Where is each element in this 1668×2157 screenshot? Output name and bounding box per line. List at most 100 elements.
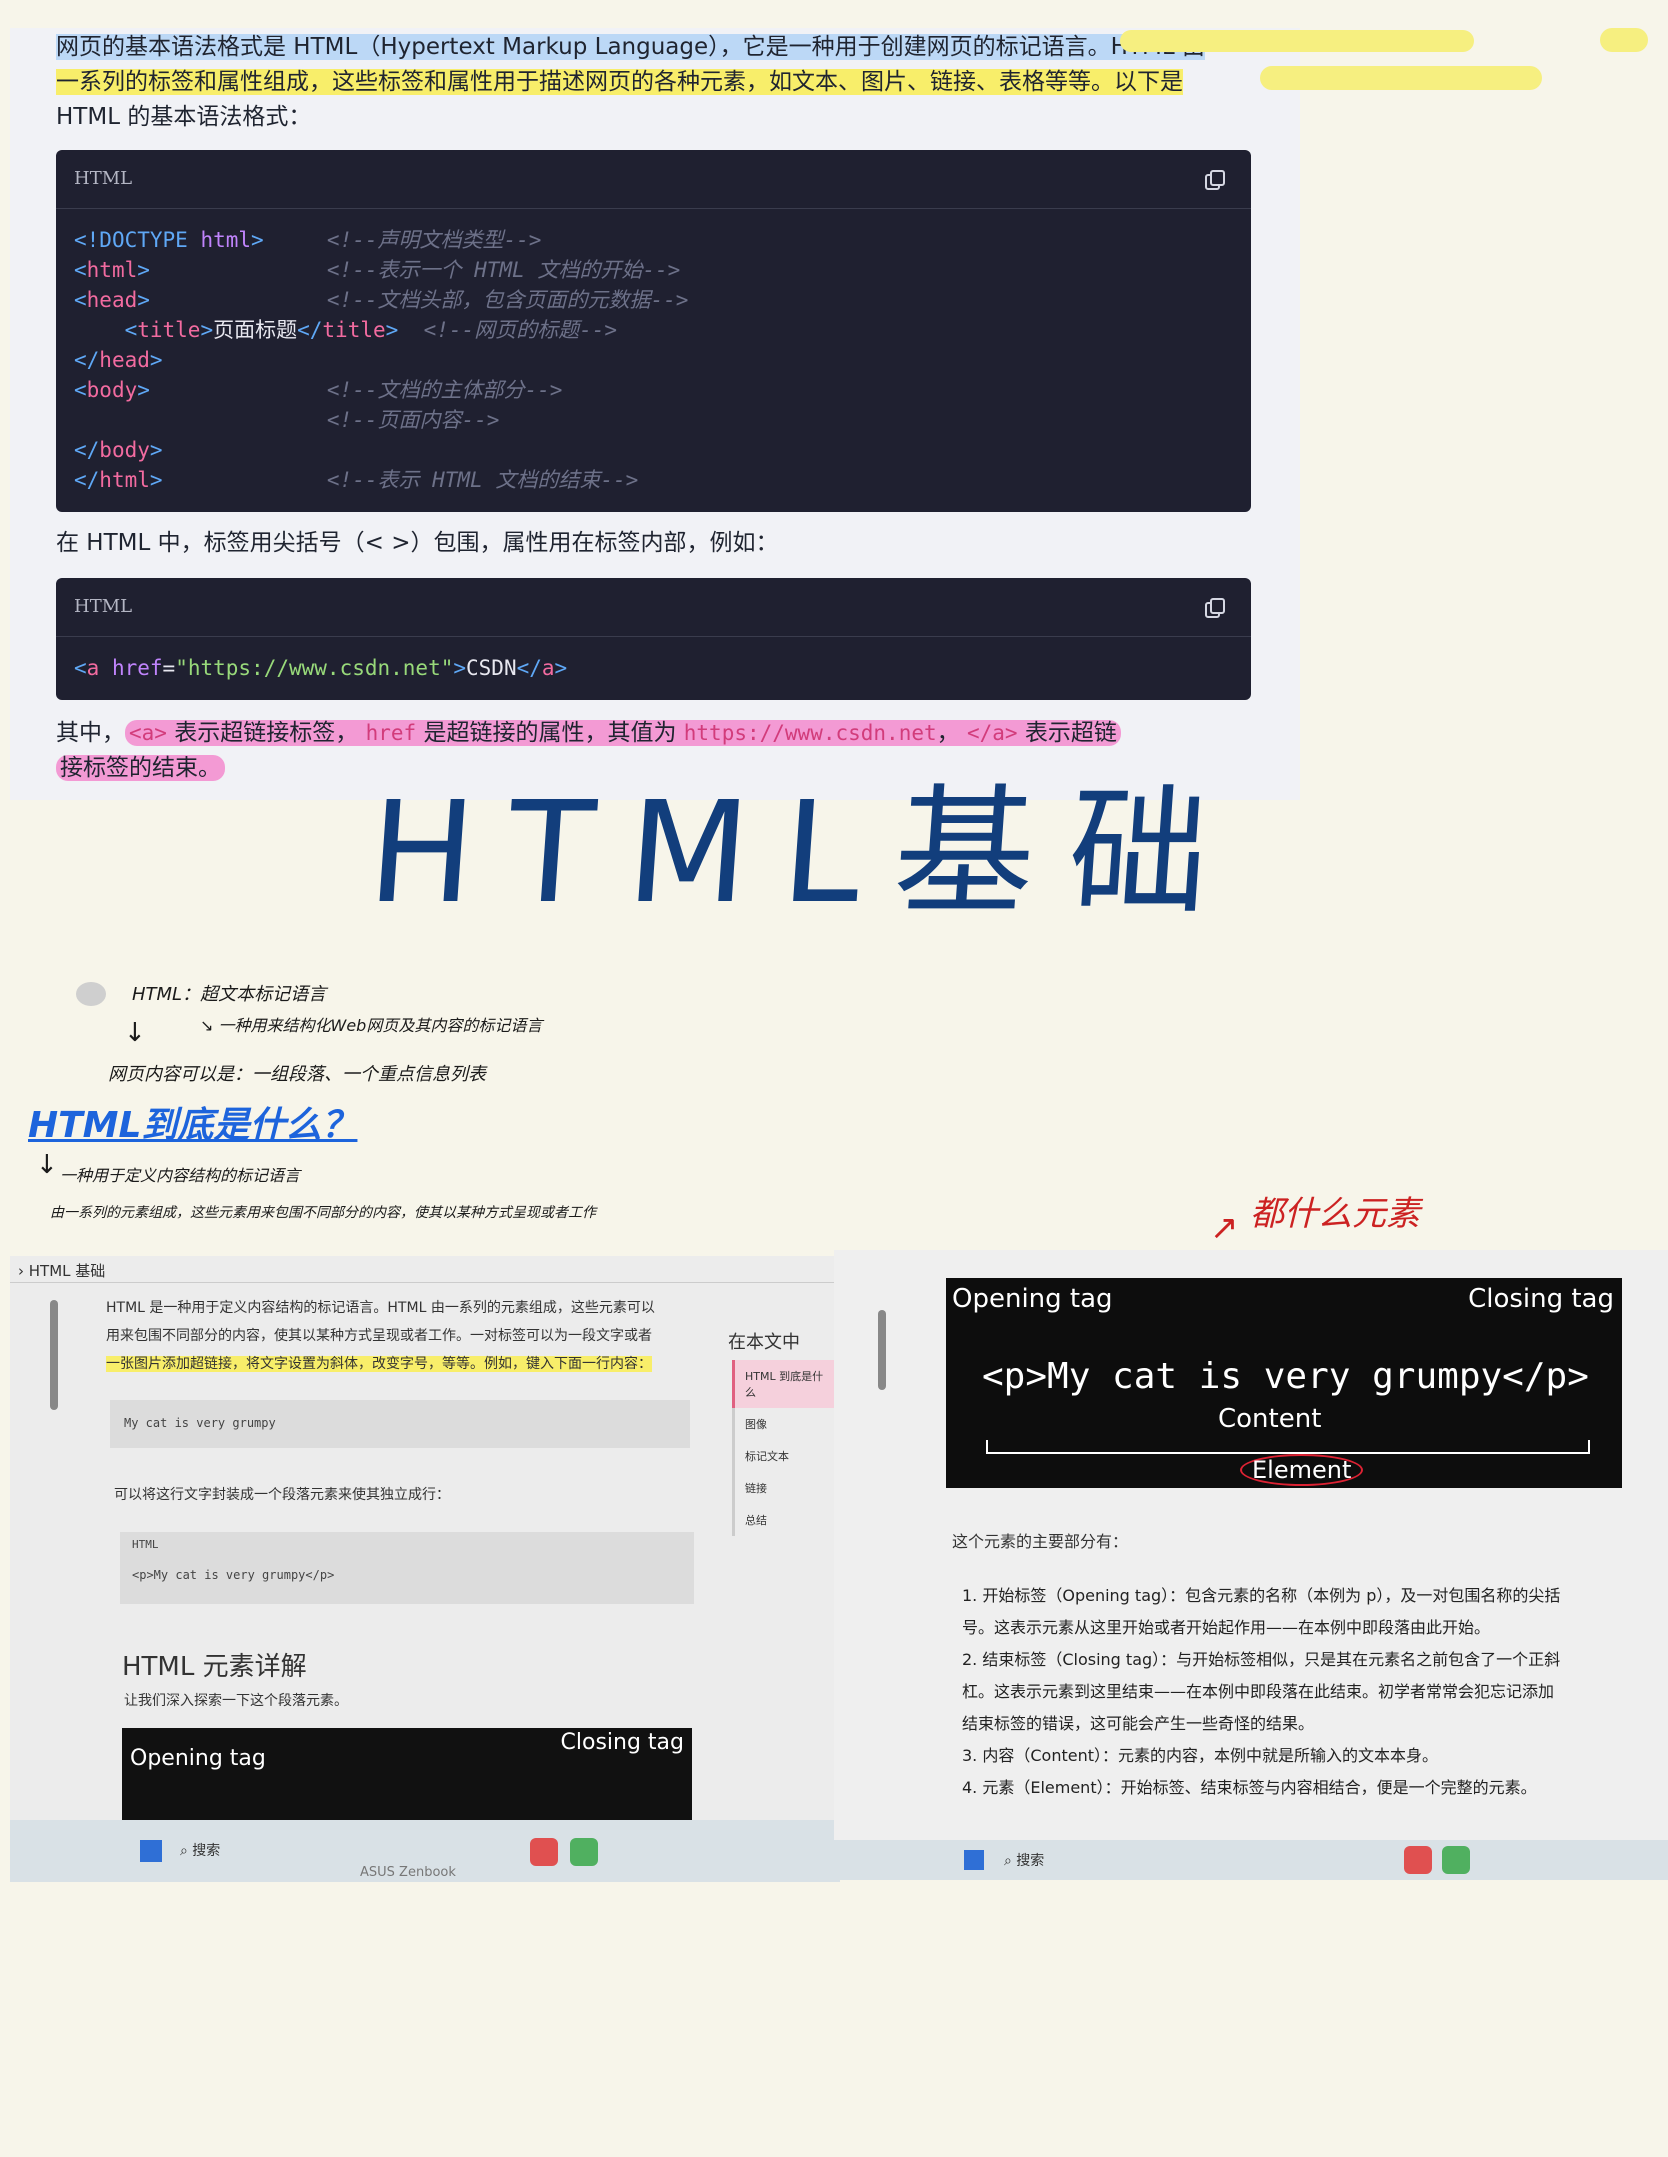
brand-label: ASUS Zenbook: [360, 1865, 456, 1880]
arrow-icon: ↗: [1210, 1208, 1239, 1248]
explain-text: 其中，: [56, 720, 125, 746]
taskbar-search[interactable]: ⌕ 搜索: [1004, 1850, 1044, 1870]
app-icon[interactable]: [530, 1838, 558, 1866]
windows-icon[interactable]: [140, 1840, 162, 1862]
code-line: <body> <!--文档的主体部分-->: [74, 378, 563, 402]
code-line: </html> <!--表示 HTML 文档的结束-->: [74, 468, 639, 492]
note-red: 都什么元素: [1250, 1194, 1420, 1234]
taskbar-search-label: 搜索: [1016, 1853, 1045, 1869]
explain-line-2: 接标签的结束。: [56, 755, 225, 781]
list-item: 结束标签的错误，这可能会产生一些奇怪的结果。: [962, 1714, 1315, 1733]
code-body: <!DOCTYPE html> <!--声明文档类型--> <html> <!-…: [56, 209, 1251, 511]
screenshot-left: › HTML 基础 HTML 是一种用于定义内容结构的标记语言。HTML 由一系…: [10, 1256, 840, 1882]
code-sample: My cat is very grumpy: [110, 1400, 690, 1448]
note-content: 网页内容可以是：一组段落、一个重点信息列表: [108, 1064, 486, 1085]
opening-tag-label: Opening tag: [130, 1746, 266, 1771]
scrollbar[interactable]: [878, 1310, 886, 1390]
toc-item[interactable]: 总结: [732, 1504, 840, 1536]
diagram-preview: Opening tag Closing tag: [122, 1728, 692, 1828]
divider: [10, 1282, 840, 1283]
down-arrow-icon: ↓: [124, 1018, 146, 1048]
code-line: <!DOCTYPE html> <!--声明文档类型-->: [74, 228, 542, 252]
inline-code-a: <a>: [129, 721, 167, 745]
toc-item[interactable]: 图像: [732, 1408, 840, 1440]
highlight-stroke: [1260, 66, 1542, 90]
page-title: HTML基础: [363, 772, 1249, 935]
code-lang-label: HTML: [74, 168, 133, 189]
closing-tag-label: Closing tag: [1468, 1284, 1614, 1314]
code-line: <!--页面内容-->: [74, 408, 500, 432]
highlight-stroke: [1120, 30, 1474, 52]
screenshot-right: Opening tag Closing tag <p>My cat is ver…: [834, 1250, 1668, 1880]
code-line: </body>: [74, 438, 163, 462]
breadcrumb-label: HTML 基础: [28, 1262, 106, 1280]
code-line: <html> <!--表示一个 HTML 文档的开始-->: [74, 258, 681, 282]
list-item: 4. 元素（Element）：开始标签、结束标签与内容相结合，便是一个完整的元素…: [962, 1778, 1537, 1797]
toc-item[interactable]: 链接: [732, 1472, 840, 1504]
app-icon[interactable]: [570, 1838, 598, 1866]
list-item: 杠。这表示元素到这里结束——在本例中即段落在此结束。初学者常常会犯忘记添加: [962, 1682, 1555, 1701]
code-block-link: HTML <a href="https://www.csdn.net">CSDN…: [56, 578, 1251, 700]
element-diagram: Opening tag Closing tag <p>My cat is ver…: [946, 1278, 1622, 1488]
code-line: <a href="https://www.csdn.net">CSDN</a>: [74, 656, 568, 680]
left-p3: 一张图片添加超链接，将文字设置为斜体，改变字号，等等。例如，键入下面一行内容：: [106, 1356, 652, 1372]
code-line: <head> <!--文档头部，包含页面的元数据-->: [74, 288, 689, 312]
mid-paragraph: 在 HTML 中，标签用尖括号（< >）包围，属性用在标签内部，例如：: [56, 530, 779, 556]
intro-line-3: HTML 的基本语法格式：: [56, 104, 312, 130]
note-answer-1: 一种用于定义内容结构的标记语言: [60, 1166, 301, 1185]
taskbar-search-label: 搜索: [192, 1843, 221, 1859]
bullet-dot: [76, 982, 106, 1006]
code-header: HTML: [56, 578, 1251, 637]
list-item: 号。这表示元素从这里开始或者开始起作用——在本例中即段落由此开始。: [962, 1618, 1491, 1637]
explain-text: 表示超链接标签，: [166, 720, 366, 746]
windows-icon[interactable]: [964, 1850, 984, 1870]
left-p2: 用来包围不同部分的内容，使其以某种方式呈现或者工作。一对标签可以为一段文字或者: [106, 1328, 652, 1344]
breadcrumb: › HTML 基础: [18, 1262, 106, 1280]
note-html-label: HTML：超文本标记语言: [132, 984, 327, 1005]
scrollbar[interactable]: [50, 1300, 58, 1410]
left-paragraph: HTML 是一种用于定义内容结构的标记语言。HTML 由一系列的元素组成，这些元…: [106, 1294, 706, 1378]
code-comment: <!--页面内容-->: [326, 408, 500, 432]
note-html-def: ↘ 一种用来结构化Web网页及其内容的标记语言: [200, 1016, 543, 1035]
left-p5: 让我们深入探索一下这个段落元素。: [124, 1693, 348, 1709]
copy-icon[interactable]: [1203, 596, 1227, 620]
opening-tag-label: Opening tag: [952, 1284, 1113, 1314]
copy-icon[interactable]: [1203, 168, 1227, 192]
element-parts-list: 1. 开始标签（Opening tag）：包含元素的名称（本例为 p），及一对包…: [962, 1580, 1642, 1804]
left-p4: 可以将这行文字封装成一个段落元素来使其独立成行：: [114, 1487, 450, 1503]
note-question: HTML到底是什么？: [28, 1105, 358, 1146]
down-arrow-icon: ↓: [36, 1150, 58, 1180]
code-sample-text: <p>My cat is very grumpy</p>: [132, 1568, 335, 1582]
highlight-stroke: [1600, 28, 1648, 52]
code-sample-2: HTML <p>My cat is very grumpy</p>: [120, 1532, 694, 1604]
code-comment: <!--表示一个 HTML 文档的开始-->: [326, 258, 681, 282]
content-label: Content: [1218, 1404, 1322, 1434]
taskbar-search[interactable]: ⌕ 搜索: [180, 1840, 220, 1860]
code-header: HTML: [56, 150, 1251, 209]
diagram-code: <p>My cat is very grumpy</p>: [982, 1356, 1589, 1397]
element-label: Element: [1240, 1454, 1364, 1486]
element-bracket: [986, 1440, 1590, 1454]
closing-tag-label: Closing tag: [560, 1730, 684, 1755]
app-icon[interactable]: [1404, 1846, 1432, 1874]
app-icon[interactable]: [1442, 1846, 1470, 1874]
code-body: <a href="https://www.csdn.net">CSDN</a>: [56, 637, 1251, 699]
toc-item[interactable]: 标记文本: [732, 1440, 840, 1472]
note-answer-2: 由一系列的元素组成，这些元素用来包围不同部分的内容，使其以某种方式呈现或者工作: [50, 1205, 596, 1221]
taskbar: ⌕ 搜索: [834, 1840, 1668, 1880]
code-comment: <!--文档的主体部分-->: [326, 378, 563, 402]
toc-list: HTML 到底是什么 图像 标记文本 链接 总结: [732, 1360, 840, 1536]
toc-item[interactable]: HTML 到底是什么: [732, 1360, 840, 1408]
code-lang-label: HTML: [132, 1538, 159, 1551]
code-line: <title>页面标题</title> <!--网页的标题-->: [124, 318, 618, 342]
lead-text: 这个元素的主要部分有：: [952, 1532, 1129, 1551]
list-item: 3. 内容（Content）：元素的内容，本例中就是所输入的文本本身。: [962, 1746, 1438, 1765]
code-comment: <!--表示 HTML 文档的结束-->: [326, 468, 639, 492]
code-comment: <!--网页的标题-->: [423, 318, 618, 342]
code-lang-label: HTML: [74, 596, 133, 617]
code-comment: <!--文档头部，包含页面的元数据-->: [326, 288, 689, 312]
intro-line-2: 一系列的标签和属性组成，这些标签和属性用于描述网页的各种元素，如文本、图片、链接…: [56, 69, 1183, 95]
intro-paragraph: 网页的基本语法格式是 HTML（Hypertext Markup Languag…: [56, 30, 1256, 135]
list-item: 2. 结束标签（Closing tag）：与开始标签相似，只是其在元素名之前包含…: [962, 1650, 1561, 1669]
code-comment: <!--声明文档类型-->: [326, 228, 542, 252]
